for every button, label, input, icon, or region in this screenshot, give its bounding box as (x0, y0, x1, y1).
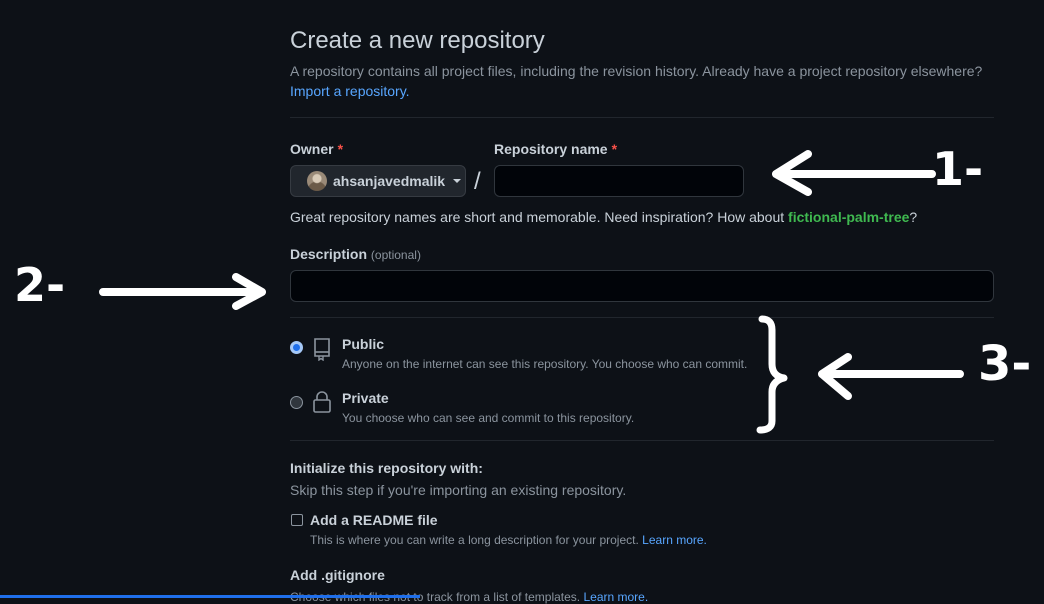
annotation-arrows (99, 150, 964, 434)
brace (756, 315, 788, 434)
arrow-3 (818, 353, 964, 400)
annotation-2: 2- (14, 258, 66, 312)
arrow-2 (99, 273, 266, 310)
annotation-3: 3- (978, 336, 1032, 392)
annotation-1: 1- (932, 142, 984, 196)
arrow-1 (772, 150, 936, 196)
